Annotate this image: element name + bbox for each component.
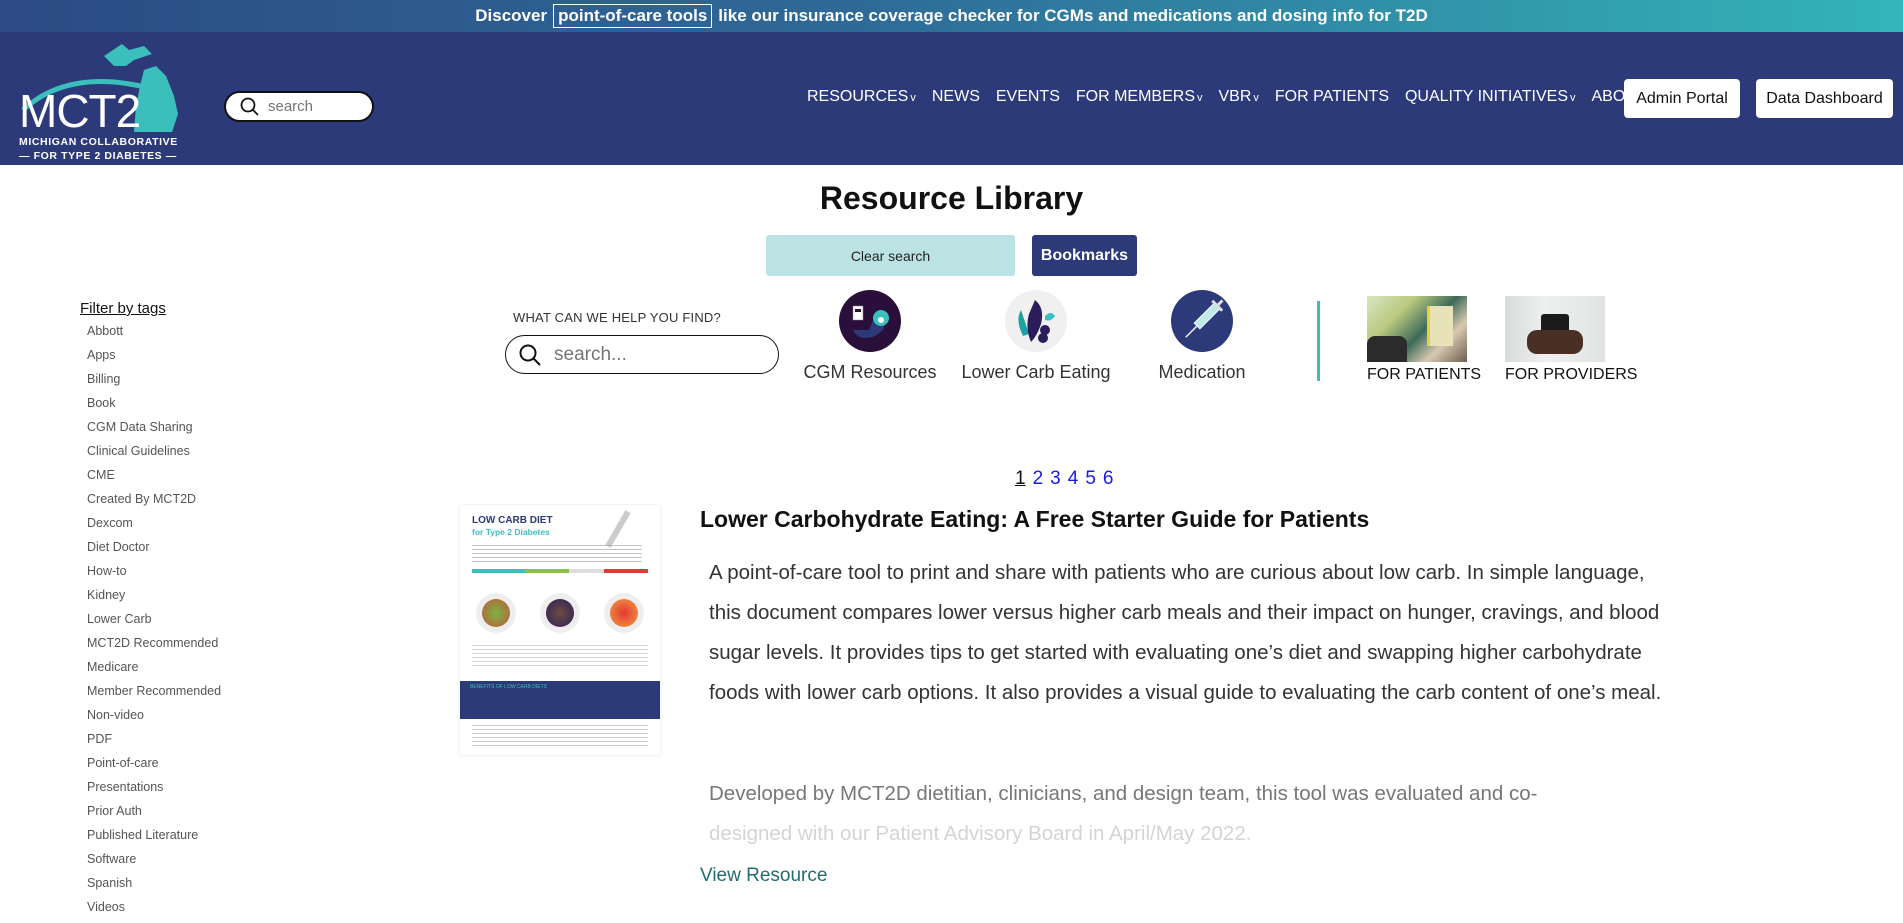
chevron-down-icon: v <box>1253 92 1259 104</box>
data-dashboard-button[interactable]: Data Dashboard <box>1756 79 1893 118</box>
page-link-6[interactable]: 6 <box>1103 468 1114 490</box>
chevron-down-icon: v <box>1569 92 1576 104</box>
tag-non-video[interactable]: Non-video <box>87 707 221 731</box>
resource-search[interactable] <box>505 335 779 374</box>
plate-icon <box>598 587 650 639</box>
tag-pdf[interactable]: PDF <box>87 731 221 755</box>
audience-for-providers[interactable]: FOR PROVIDERS <box>1505 296 1637 384</box>
tag-book[interactable]: Book <box>87 395 221 419</box>
nav-news[interactable]: NEWS <box>932 88 980 106</box>
tag-how-to[interactable]: How-to <box>87 563 221 587</box>
mct2d-logo[interactable]: MCT2D MICHIGAN COLLABORATIVE — FOR TYPE … <box>19 36 199 162</box>
benefits-band: BENEFITS OF LOW CARB DIETS <box>460 681 660 719</box>
audience-label: FOR PATIENTS <box>1367 366 1482 383</box>
resource-search-input[interactable] <box>554 343 754 366</box>
audience-label: FOR PROVIDERS <box>1505 366 1638 383</box>
category-cgm-resources[interactable]: CGM Resources <box>795 290 945 383</box>
syringe-icon <box>1171 290 1233 352</box>
tag-created-by-mct2d[interactable]: Created By MCT2D <box>87 491 221 515</box>
food-icon <box>1005 290 1067 352</box>
filter-by-tags-heading[interactable]: Filter by tags <box>80 300 166 317</box>
search-prompt-label: WHAT CAN WE HELP YOU FIND? <box>513 310 721 325</box>
nav-for-patients[interactable]: FOR PATIENTS <box>1275 88 1389 106</box>
banner-suffix: like our insurance coverage checker for … <box>718 6 1428 25</box>
tag-lower-carb[interactable]: Lower Carb <box>87 611 221 635</box>
page-link-1[interactable]: 1 <box>1015 468 1026 490</box>
tag-medicare[interactable]: Medicare <box>87 659 221 683</box>
site-header: MCT2D MICHIGAN COLLABORATIVE — FOR TYPE … <box>0 32 1903 165</box>
resource-title[interactable]: Lower Carbohydrate Eating: A Free Starte… <box>700 506 1369 533</box>
tag-point-of-care[interactable]: Point-of-care <box>87 755 221 779</box>
tag-billing[interactable]: Billing <box>87 371 221 395</box>
tag-published-literature[interactable]: Published Literature <box>87 827 221 851</box>
tag-cgm-data-sharing[interactable]: CGM Data Sharing <box>87 419 221 443</box>
logo-subtitle-2: — FOR TYPE 2 DIABETES — <box>19 150 177 162</box>
patients-photo <box>1367 296 1467 362</box>
nav-quality-initiatives[interactable]: QUALITY INITIATIVES v <box>1405 88 1576 106</box>
category-medication[interactable]: Medication <box>1127 290 1277 383</box>
resource-thumbnail[interactable]: LOW CARB DIET for Type 2 Diabetes BENEFI… <box>460 505 660 755</box>
banner-prefix: Discover <box>475 6 548 25</box>
section-divider <box>1317 301 1320 381</box>
tag-member-recommended[interactable]: Member Recommended <box>87 683 221 707</box>
bookmarks-button[interactable]: Bookmarks <box>1032 235 1137 276</box>
thumb-subtitle: for Type 2 Diabetes <box>472 527 550 537</box>
nav-for-members[interactable]: FOR MEMBERS v <box>1076 88 1203 106</box>
resource-development-note: Developed by MCT2D dietitian, clinicians… <box>709 782 1538 845</box>
carb-scale-bar <box>472 569 648 573</box>
tag-clinical-guidelines[interactable]: Clinical Guidelines <box>87 443 221 467</box>
cgm-arm-icon <box>839 290 901 352</box>
category-label: CGM Resources <box>803 362 937 382</box>
tag-apps[interactable]: Apps <box>87 347 221 371</box>
page-link-5[interactable]: 5 <box>1085 468 1096 490</box>
tag-list: Abbott Apps Billing Book CGM Data Sharin… <box>87 323 221 923</box>
page-title: Resource Library <box>819 180 1084 216</box>
thumb-title: LOW CARB DIET <box>472 515 553 526</box>
nav-events[interactable]: EVENTS <box>996 88 1060 106</box>
audience-for-patients[interactable]: FOR PATIENTS <box>1367 296 1481 384</box>
main-nav: RESOURCES v NEWS EVENTS FOR MEMBERS v VBR v… <box>807 88 1654 106</box>
admin-portal-button[interactable]: Admin Portal <box>1624 79 1740 118</box>
plate-icon <box>534 587 586 639</box>
tag-presentations[interactable]: Presentations <box>87 779 221 803</box>
tag-videos[interactable]: Videos <box>87 899 221 923</box>
tag-mct2d-recommended[interactable]: MCT2D Recommended <box>87 635 221 659</box>
point-of-care-tools-link[interactable]: point-of-care tools <box>553 4 713 28</box>
resource-description: A point-of-care tool to print and share … <box>709 561 1662 704</box>
page-link-4[interactable]: 4 <box>1068 468 1079 490</box>
tag-spanish[interactable]: Spanish <box>87 875 221 899</box>
plate-icon <box>470 587 522 639</box>
search-icon <box>240 97 259 116</box>
header-search-input[interactable] <box>268 98 358 115</box>
fork-icon <box>605 510 631 548</box>
tag-abbott[interactable]: Abbott <box>87 323 221 347</box>
chevron-down-icon: v <box>910 92 916 104</box>
nav-resources[interactable]: RESOURCES v <box>807 88 916 106</box>
view-resource-link[interactable]: View Resource <box>700 865 827 887</box>
category-lower-carb-eating[interactable]: Lower Carb Eating <box>961 290 1111 383</box>
page-link-2[interactable]: 2 <box>1033 468 1044 490</box>
category-label: Lower Carb Eating <box>961 362 1111 382</box>
providers-photo <box>1505 296 1605 362</box>
tag-kidney[interactable]: Kidney <box>87 587 221 611</box>
tag-dexcom[interactable]: Dexcom <box>87 515 221 539</box>
tag-prior-auth[interactable]: Prior Auth <box>87 803 221 827</box>
search-icon <box>519 344 541 366</box>
header-search[interactable] <box>224 91 374 122</box>
chevron-down-icon: v <box>1197 92 1203 104</box>
logo-wordmark: MCT2D <box>19 85 173 137</box>
category-label: Medication <box>1158 362 1246 382</box>
tag-diet-doctor[interactable]: Diet Doctor <box>87 539 221 563</box>
announcement-banner: Discover point-of-care tools like our in… <box>0 0 1903 32</box>
tag-software[interactable]: Software <box>87 851 221 875</box>
logo-subtitle-1: MICHIGAN COLLABORATIVE <box>19 136 178 148</box>
clear-search-button[interactable]: Clear search <box>766 235 1015 276</box>
tag-cme[interactable]: CME <box>87 467 221 491</box>
nav-vbr[interactable]: VBR v <box>1219 88 1259 106</box>
pagination: 1 2 3 4 5 6 <box>1015 468 1113 490</box>
page-link-3[interactable]: 3 <box>1050 468 1061 490</box>
